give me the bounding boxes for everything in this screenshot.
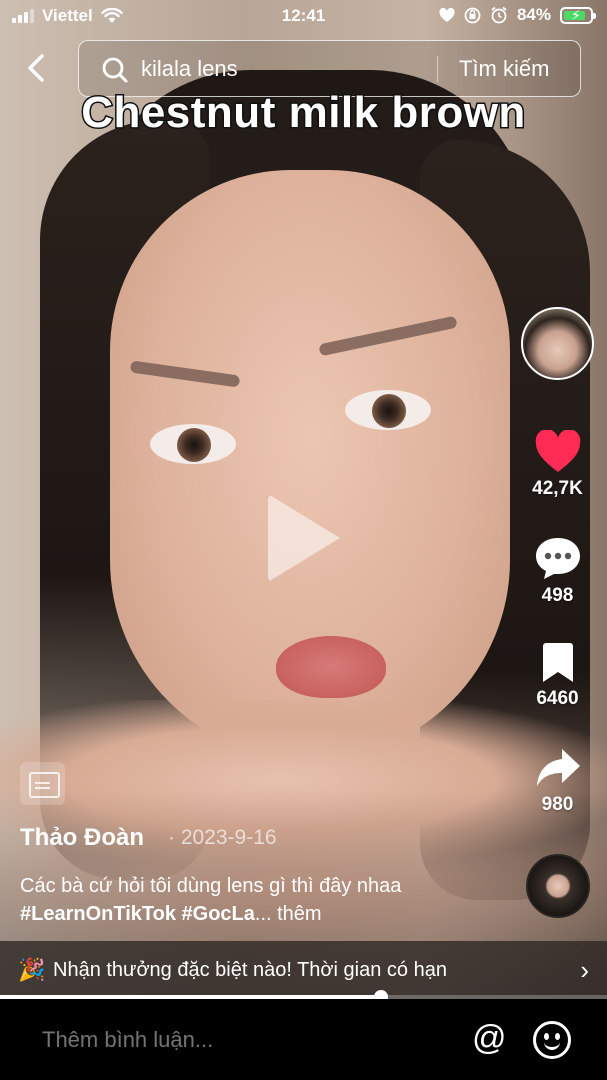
captions-icon[interactable] bbox=[20, 762, 65, 805]
video-overlay-title: Chestnut milk brown bbox=[80, 87, 527, 139]
comment-bar: Thêm bình luận... @ bbox=[0, 999, 607, 1080]
heart-icon bbox=[535, 430, 580, 472]
orientation-lock-icon bbox=[464, 7, 481, 23]
see-more-link[interactable]: thêm bbox=[277, 903, 321, 925]
caption-ellipsis: ... bbox=[254, 903, 278, 925]
comment-icon bbox=[535, 538, 580, 579]
caption-text: Các bà cứ hỏi tôi dùng lens gì thì đây n… bbox=[20, 875, 402, 897]
search-icon bbox=[102, 57, 128, 83]
search-submit-button[interactable]: Tìm kiếm bbox=[459, 56, 549, 82]
battery-percent: 84% bbox=[516, 5, 551, 24]
like-count: 42,7K bbox=[532, 478, 583, 499]
play-icon[interactable] bbox=[268, 494, 340, 582]
status-bar: Viettel 12:41 84% ⚡ bbox=[0, 0, 607, 34]
creator-avatar[interactable] bbox=[521, 307, 594, 380]
chevron-right-icon: › bbox=[580, 955, 589, 985]
back-button[interactable] bbox=[22, 50, 52, 86]
alarm-icon bbox=[491, 6, 507, 24]
music-disc[interactable] bbox=[526, 854, 590, 918]
bookmark-count: 6460 bbox=[536, 688, 579, 709]
like-button[interactable]: 42,7K bbox=[521, 430, 594, 500]
comment-button[interactable]: 498 bbox=[521, 535, 594, 607]
share-icon bbox=[536, 749, 580, 786]
video-content bbox=[345, 390, 431, 430]
search-divider bbox=[437, 56, 438, 82]
celebration-icon: 🎉 bbox=[18, 957, 46, 982]
promo-banner[interactable]: 🎉 Nhận thưởng đặc biệt nào! Thời gian có… bbox=[0, 941, 607, 999]
video-content bbox=[150, 424, 236, 464]
search-query[interactable]: kilala lens bbox=[141, 56, 238, 82]
video-content bbox=[276, 636, 386, 698]
promo-text: Nhận thưởng đặc biệt nào! Thời gian có h… bbox=[53, 959, 447, 981]
share-count: 980 bbox=[541, 794, 574, 815]
chevron-left-icon bbox=[28, 54, 44, 82]
emoji-icon[interactable] bbox=[533, 1021, 571, 1059]
bookmark-button[interactable]: 6460 bbox=[521, 642, 594, 710]
caption-hashtags[interactable]: #LearnOnTikTok #GocLa bbox=[20, 903, 255, 925]
heart-icon bbox=[439, 7, 455, 22]
share-button[interactable]: 980 bbox=[521, 746, 594, 816]
mention-icon[interactable]: @ bbox=[472, 1019, 507, 1058]
comment-count: 498 bbox=[541, 585, 574, 606]
comment-input[interactable]: Thêm bình luận... bbox=[42, 1027, 213, 1053]
post-date: · 2023-9-16 bbox=[168, 826, 277, 849]
author-name[interactable]: Thảo Đoàn bbox=[20, 824, 144, 852]
battery-charging-icon: ⚡ bbox=[560, 6, 596, 24]
bookmark-icon bbox=[542, 643, 573, 682]
video-caption: Các bà cứ hỏi tôi dùng lens gì thì đây n… bbox=[20, 872, 500, 928]
